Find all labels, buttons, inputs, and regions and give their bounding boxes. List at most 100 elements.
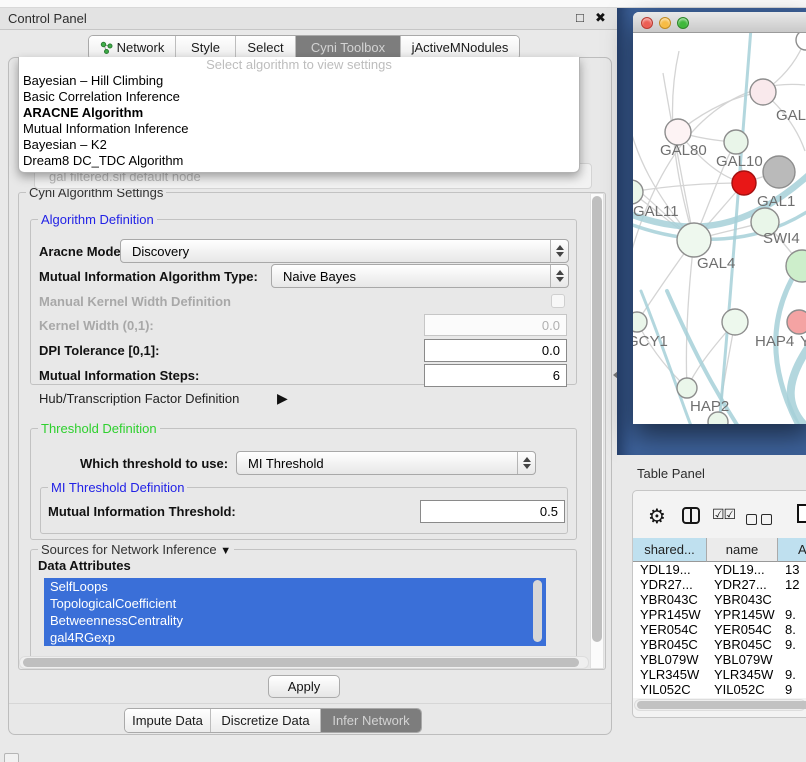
node-right-green[interactable]	[786, 250, 806, 282]
algorithm-option[interactable]: ARACNE Algorithm	[19, 105, 579, 121]
table-cell: YDR27...	[633, 577, 707, 592]
attribute-option[interactable]: BetweennessCentrality	[44, 612, 546, 629]
network-edge	[686, 240, 694, 388]
float-panel-icon[interactable]: □	[576, 10, 584, 25]
algorithm-option[interactable]: Basic Correlation Inference	[19, 89, 579, 105]
gear-icon[interactable]: ⚙	[648, 504, 666, 529]
control-panel-title: Control Panel	[8, 11, 87, 26]
hub-expand-icon[interactable]: ▶	[277, 390, 288, 407]
tab-impute-data[interactable]: Impute Data	[125, 709, 211, 732]
settings-hscrollbar-thumb[interactable]	[23, 658, 579, 667]
table-cell: YIL052C	[707, 682, 778, 697]
table-cell: 9.	[778, 607, 806, 622]
data-attributes-list: SelfLoopsTopologicalCoefficientBetweenne…	[44, 578, 546, 646]
table-row[interactable]: YER054CYER054C8.	[633, 622, 806, 637]
table-hscrollbar-thumb[interactable]	[637, 701, 806, 709]
tab-infer-network[interactable]: Infer Network	[321, 709, 421, 732]
table-row[interactable]: YIL052CYIL052C9	[633, 682, 806, 697]
checked-columns-icon[interactable]: ☑☑	[712, 506, 735, 523]
dpi-tolerance-field[interactable]: 0.0	[424, 339, 567, 362]
mi-type-value: Naive Bayes	[272, 265, 550, 287]
table-row[interactable]: YDL19...YDL19...13	[633, 562, 806, 577]
node-label: GAL10	[716, 153, 763, 170]
table-cell: YPR145W	[707, 607, 778, 622]
table-cell: 9.	[778, 637, 806, 652]
table-row[interactable]: YPR145WYPR145W9.	[633, 607, 806, 622]
node-partial-top[interactable]	[796, 33, 806, 50]
algorithm-option[interactable]: Mutual Information Inference	[19, 121, 579, 137]
settings-vscrollbar-thumb[interactable]	[592, 196, 602, 642]
tab-jactivemnodules[interactable]: jActiveMNodules	[401, 36, 519, 59]
table-cell: 8.	[778, 622, 806, 637]
mini-panel-button[interactable]	[4, 753, 19, 762]
table-row[interactable]: YBR045CYBR045C9.	[633, 637, 806, 652]
node-gal1-red[interactable]	[732, 171, 756, 195]
hub-section-label[interactable]: Hub/Transcription Factor Definition	[39, 391, 239, 406]
kernel-width-field[interactable]: 0.0	[424, 314, 567, 336]
node-label: GAL80	[660, 142, 707, 159]
attribute-option[interactable]: TopologicalCoefficient	[44, 595, 546, 612]
tab-select[interactable]: Select	[236, 36, 296, 59]
mi-steps-field[interactable]: 6	[424, 364, 567, 387]
tab-cyni-toolbox[interactable]: Cyni Toolbox	[296, 36, 401, 59]
mi-type-combo[interactable]: Naive Bayes	[271, 264, 569, 288]
node-gal4[interactable]	[677, 223, 711, 257]
mi-threshold-field[interactable]: 0.5	[420, 500, 565, 523]
attr-list-vscroll-thumb[interactable]	[533, 580, 542, 642]
table-cell: YER054C	[707, 622, 778, 637]
table-cell: YPR145W	[633, 607, 707, 622]
node-label: HAP2	[690, 398, 729, 415]
close-window-icon[interactable]	[641, 17, 653, 29]
network-edge	[633, 183, 744, 192]
zoom-window-icon[interactable]	[677, 17, 689, 29]
table-row[interactable]: YBL079WYBL079W	[633, 652, 806, 667]
node-gray[interactable]	[763, 156, 795, 188]
node-label: HAP4	[755, 333, 794, 350]
node-salmon[interactable]	[787, 310, 806, 334]
algorithm-option[interactable]: Bayesian – Hill Climbing	[19, 73, 579, 89]
attribute-option[interactable]: SelfLoops	[44, 578, 546, 595]
node-gal7[interactable]	[750, 79, 776, 105]
sources-collapse-icon[interactable]: ▼	[220, 545, 231, 557]
table-cell: YER054C	[633, 622, 707, 637]
table-cell: YBR045C	[633, 637, 707, 652]
tab-discretize-data[interactable]: Discretize Data	[211, 709, 321, 732]
data-attributes-label: Data Attributes	[38, 558, 131, 573]
sources-group-title[interactable]: Sources for Network Inference ▼	[38, 542, 234, 557]
algorithm-option[interactable]: Bayesian – K2	[19, 137, 579, 153]
mi-threshold-label: Mutual Information Threshold:	[48, 504, 236, 519]
aracne-mode-combo[interactable]: Discovery	[120, 239, 569, 263]
mi-type-label: Mutual Information Algorithm Type:	[39, 269, 258, 284]
algorithm-option[interactable]: Dream8 DC_TDC Algorithm	[19, 153, 579, 169]
table-row[interactable]: YLR345WYLR345W9.	[633, 667, 806, 682]
node-gal10[interactable]	[724, 130, 748, 154]
network-canvas[interactable]: GAL7GAL80GAL10GAL1GAL11SWI4GAL4GCY1HAP4Y…	[633, 33, 806, 424]
network-view-window[interactable]: GAL7GAL80GAL10GAL1GAL11SWI4GAL4GCY1HAP4Y…	[633, 12, 806, 424]
node-hap4[interactable]	[722, 309, 748, 335]
table-row[interactable]: YBR043CYBR043C	[633, 592, 806, 607]
which-threshold-combo[interactable]: MI Threshold	[236, 451, 536, 475]
network-window-titlebar[interactable]	[633, 12, 806, 33]
column-header[interactable]: shared...	[633, 538, 707, 562]
algorithm-definition-title: Algorithm Definition	[38, 212, 157, 227]
node-gcy1[interactable]	[633, 312, 647, 332]
aracne-mode-label: Aracne Mode:	[39, 244, 125, 259]
attribute-option[interactable]: gal4RGexp	[44, 629, 546, 646]
manual-kernel-checkbox[interactable]	[551, 294, 565, 308]
apply-button[interactable]: Apply	[268, 675, 340, 698]
node-label: GCY1	[633, 333, 668, 350]
document-icon[interactable]	[797, 504, 806, 523]
columns-icon[interactable]	[682, 507, 700, 524]
node-label: GAL11	[633, 203, 679, 220]
mi-steps-label: Mutual Information Steps:	[39, 368, 199, 383]
column-header[interactable]: A	[778, 538, 806, 562]
close-panel-icon[interactable]: ✖	[595, 10, 606, 26]
table-row[interactable]: YDR27...YDR27...12	[633, 577, 806, 592]
unchecked-columns-icon[interactable]	[746, 512, 776, 530]
column-header[interactable]: name	[707, 538, 778, 562]
node-hap2[interactable]	[677, 378, 697, 398]
node-label: GAL1	[757, 193, 795, 210]
minimize-window-icon[interactable]	[659, 17, 671, 29]
tab-network[interactable]: Network	[89, 36, 176, 59]
tab-style[interactable]: Style	[176, 36, 236, 59]
